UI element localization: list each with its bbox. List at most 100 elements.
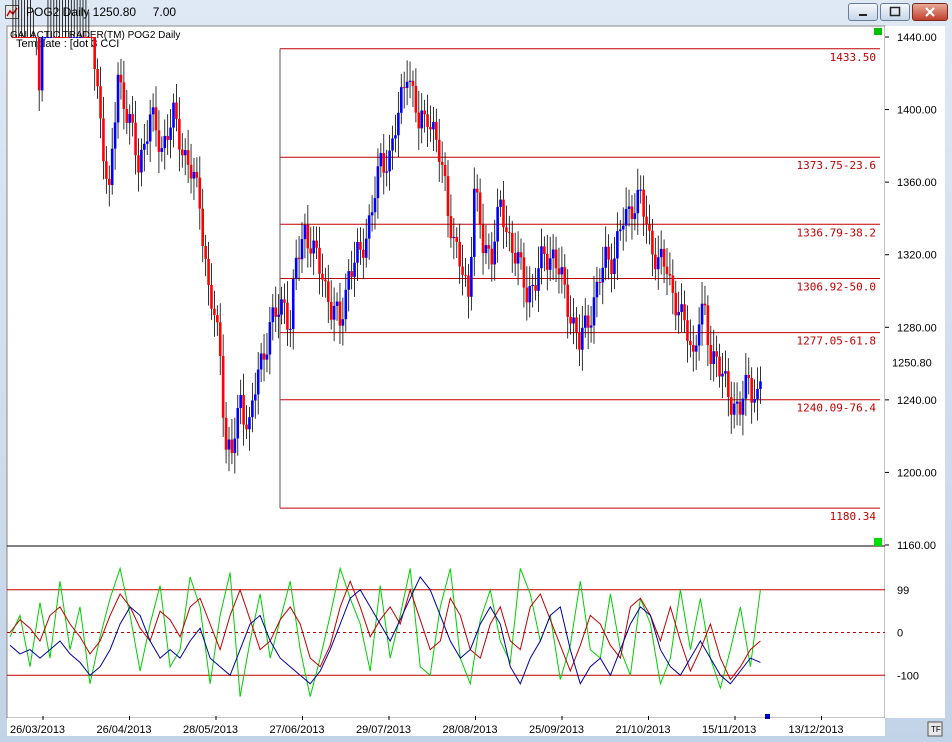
candle-body bbox=[55, 37, 59, 38]
candle-body bbox=[131, 114, 134, 123]
candle-body bbox=[64, 37, 67, 38]
candle-body bbox=[613, 258, 616, 275]
candle-body bbox=[140, 149, 143, 173]
candle-body bbox=[540, 246, 543, 269]
candle-body bbox=[694, 345, 698, 352]
candle-body bbox=[388, 150, 391, 172]
candle-body bbox=[534, 285, 537, 291]
candle-body bbox=[753, 398, 756, 403]
candle-body bbox=[560, 267, 564, 275]
candle-body bbox=[291, 278, 295, 330]
candle-body bbox=[557, 268, 561, 275]
candle-body bbox=[665, 266, 669, 275]
x-tick-label: 27/06/2013 bbox=[270, 724, 325, 736]
candle-body bbox=[338, 301, 342, 326]
pane-split-handle[interactable] bbox=[874, 538, 882, 546]
candle-body bbox=[487, 245, 491, 249]
candle-body bbox=[347, 271, 351, 290]
candle-body bbox=[72, 37, 76, 38]
x-tick-label: 21/10/2013 bbox=[616, 724, 671, 736]
bar-marker bbox=[765, 714, 770, 719]
candle-body bbox=[29, 37, 32, 38]
candle-body bbox=[300, 239, 304, 260]
candle-body bbox=[601, 267, 605, 283]
candle-body bbox=[303, 224, 307, 240]
fib-label: 1240.09-76.4 bbox=[797, 402, 877, 415]
candle-body bbox=[315, 240, 318, 248]
candle-body bbox=[52, 37, 56, 38]
candle-body bbox=[87, 37, 91, 38]
candle-body bbox=[689, 340, 692, 346]
candle-body bbox=[449, 216, 453, 239]
candle-body bbox=[750, 378, 753, 403]
candle-body bbox=[537, 268, 540, 291]
candle-body bbox=[633, 213, 637, 220]
candle-body bbox=[256, 369, 260, 395]
candle-body bbox=[709, 344, 713, 365]
candle-body bbox=[96, 69, 99, 87]
candle-body bbox=[455, 236, 459, 242]
x-tick-label: 25/09/2013 bbox=[529, 724, 584, 736]
candle-body bbox=[598, 281, 602, 283]
candle-body bbox=[443, 164, 447, 177]
candle-body bbox=[715, 351, 718, 357]
candle-body bbox=[490, 248, 494, 265]
candle-body bbox=[274, 307, 278, 317]
candle-body bbox=[207, 258, 210, 285]
candle-body bbox=[747, 374, 751, 379]
candle-body bbox=[464, 274, 467, 276]
candle-body bbox=[172, 102, 175, 128]
candle-body bbox=[335, 301, 339, 306]
candle-body bbox=[735, 401, 739, 404]
candle-body bbox=[157, 130, 161, 152]
candle-body bbox=[510, 232, 514, 253]
candle-body bbox=[245, 424, 248, 430]
candle-body bbox=[621, 225, 625, 230]
candle-body bbox=[145, 141, 149, 144]
candle-body bbox=[683, 304, 686, 321]
candle-body bbox=[379, 153, 383, 167]
candle-body bbox=[738, 401, 742, 415]
candle-body bbox=[513, 252, 517, 264]
candle-body bbox=[312, 240, 315, 254]
candle-body bbox=[204, 245, 207, 259]
candle-body bbox=[306, 224, 310, 249]
candle-body bbox=[554, 249, 558, 269]
candle-body bbox=[686, 320, 689, 341]
candle-body bbox=[668, 274, 672, 276]
candle-body bbox=[656, 257, 660, 270]
candle-body bbox=[391, 138, 394, 151]
candle-body bbox=[674, 292, 678, 316]
candle-body bbox=[581, 327, 584, 350]
candle-body bbox=[651, 230, 654, 255]
candle-body bbox=[411, 80, 415, 86]
candle-body bbox=[221, 355, 225, 418]
fib-label: 1180.34 bbox=[830, 510, 877, 523]
candle-body bbox=[116, 74, 120, 123]
candle-body bbox=[37, 38, 41, 91]
candle-body bbox=[563, 267, 567, 285]
candle-body bbox=[697, 324, 701, 346]
candle-body bbox=[213, 308, 216, 316]
osc-tick-label: 0 bbox=[897, 628, 903, 640]
candle-body bbox=[531, 285, 534, 287]
candle-body bbox=[481, 224, 485, 254]
candle-body bbox=[32, 37, 35, 38]
candle-body bbox=[624, 209, 628, 226]
osc-tick-label: 99 bbox=[897, 585, 909, 597]
candle-body bbox=[499, 199, 502, 207]
candle-body bbox=[20, 37, 23, 38]
scroll-top-marker[interactable] bbox=[874, 28, 882, 35]
candle-body bbox=[548, 258, 552, 270]
candle-body bbox=[458, 241, 461, 267]
candle-body bbox=[236, 407, 240, 439]
y-tick-label: 1440.00 bbox=[897, 32, 937, 44]
candle-body bbox=[90, 37, 94, 38]
candle-body bbox=[639, 189, 643, 191]
fib-label: 1373.75-23.6 bbox=[797, 159, 876, 172]
candle-body bbox=[677, 312, 680, 316]
fib-label: 1306.92-50.0 bbox=[797, 280, 876, 293]
candle-body bbox=[586, 315, 590, 328]
y-tick-label: 1360.00 bbox=[897, 177, 937, 189]
candle-body bbox=[385, 171, 388, 173]
